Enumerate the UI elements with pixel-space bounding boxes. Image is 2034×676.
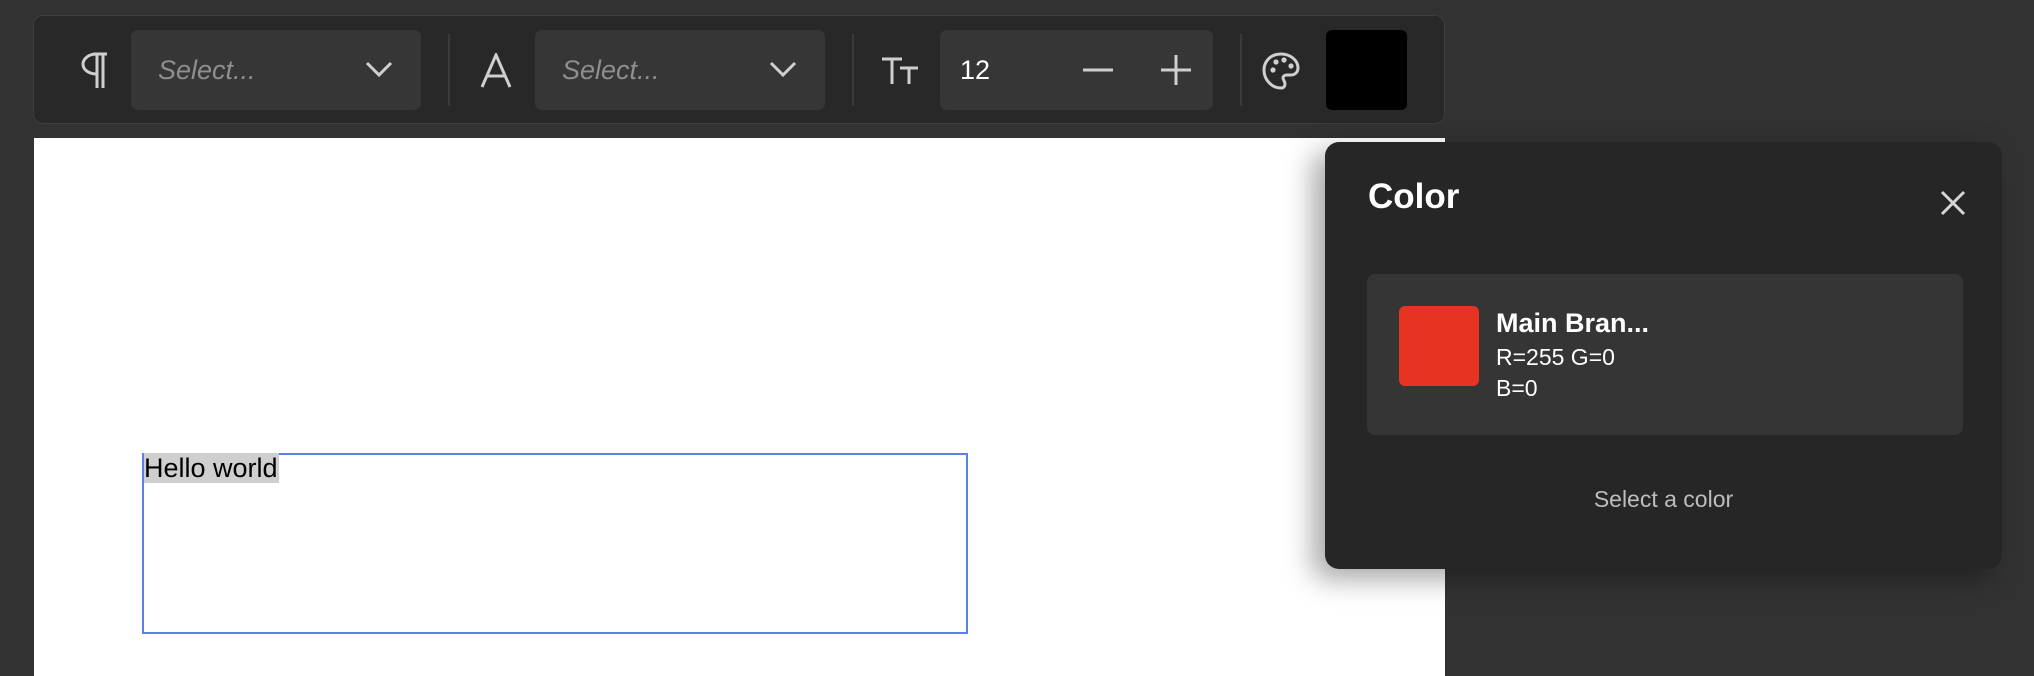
color-swatch-card[interactable]: Main Bran... R=255 G=0 B=0	[1367, 274, 1963, 435]
text-color-swatch-button[interactable]	[1326, 30, 1407, 110]
color-values-line-1: R=255 G=0	[1496, 344, 1615, 370]
decrease-font-size-button[interactable]	[1070, 42, 1126, 98]
text-toolbar: Select... Select... 12	[33, 15, 1445, 124]
toolbar-divider	[852, 34, 854, 106]
color-popover: Color Main Bran... R=255 G=0 B=0 Select …	[1325, 142, 2002, 569]
color-values-line-2: B=0	[1496, 375, 1538, 401]
selected-text[interactable]: Hello world	[144, 453, 279, 483]
close-button[interactable]	[1928, 178, 1978, 228]
font-size-stepper: 12	[940, 30, 1213, 110]
chevron-down-icon	[769, 58, 797, 85]
color-name: Main Bran...	[1496, 308, 1650, 338]
document-canvas[interactable]: Hello world	[34, 138, 1445, 676]
font-family-placeholder: Select...	[562, 55, 660, 85]
font-icon	[468, 36, 524, 106]
minus-icon	[1083, 68, 1113, 72]
select-color-link[interactable]: Select a color	[1325, 486, 2002, 513]
chevron-down-icon	[365, 58, 393, 85]
toolbar-divider	[1240, 34, 1242, 106]
font-size-value[interactable]: 12	[960, 30, 990, 110]
color-chip	[1399, 306, 1479, 386]
text-box[interactable]: Hello world	[142, 453, 968, 634]
popover-title: Color	[1368, 177, 1460, 216]
close-icon	[1940, 190, 1966, 216]
color-values: R=255 G=0 B=0	[1496, 342, 1656, 404]
paragraph-style-placeholder: Select...	[158, 55, 256, 85]
palette-icon	[1253, 36, 1309, 106]
toolbar-divider	[448, 34, 450, 106]
increase-font-size-button[interactable]	[1148, 42, 1204, 98]
paragraph-icon	[66, 36, 122, 106]
plus-icon	[1161, 55, 1191, 85]
text-size-icon	[872, 36, 928, 106]
font-family-select[interactable]: Select...	[535, 30, 825, 110]
paragraph-style-select[interactable]: Select...	[131, 30, 421, 110]
